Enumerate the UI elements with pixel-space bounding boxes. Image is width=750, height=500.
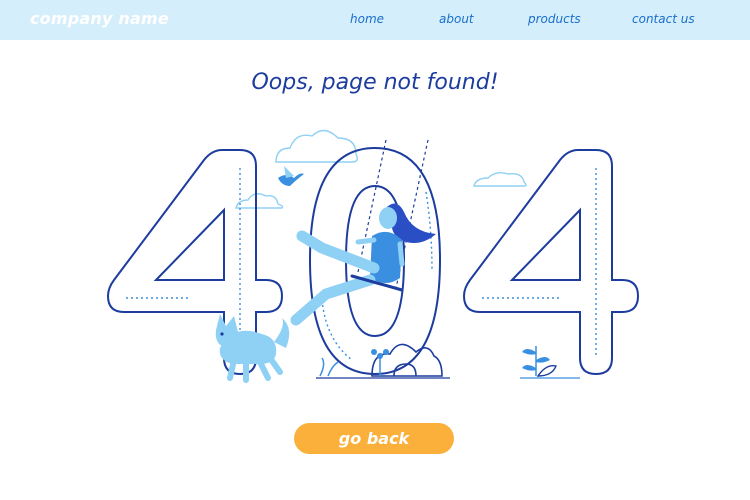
go-back-button[interactable]: go back [294,423,454,454]
nav-link-contact[interactable]: contact us [632,12,695,26]
plant-icon [520,346,580,379]
nav-link-products[interactable]: products [528,12,581,26]
cloud-icon [275,129,359,163]
grass-icon [316,357,450,379]
nav-link-about[interactable]: about [439,12,474,26]
nav-link-home[interactable]: home [350,12,384,26]
brand-logo[interactable]: company name [30,9,169,28]
bush-illustration [371,343,443,377]
top-navbar: company name home about products contact… [0,0,750,40]
page-title: Oops, page not found! [251,70,499,95]
woman-on-swing-illustration [290,203,436,326]
bird-icon [278,166,304,186]
404-illustration [106,129,640,383]
cloud-icon [473,171,527,187]
cloud-icon [235,193,284,209]
